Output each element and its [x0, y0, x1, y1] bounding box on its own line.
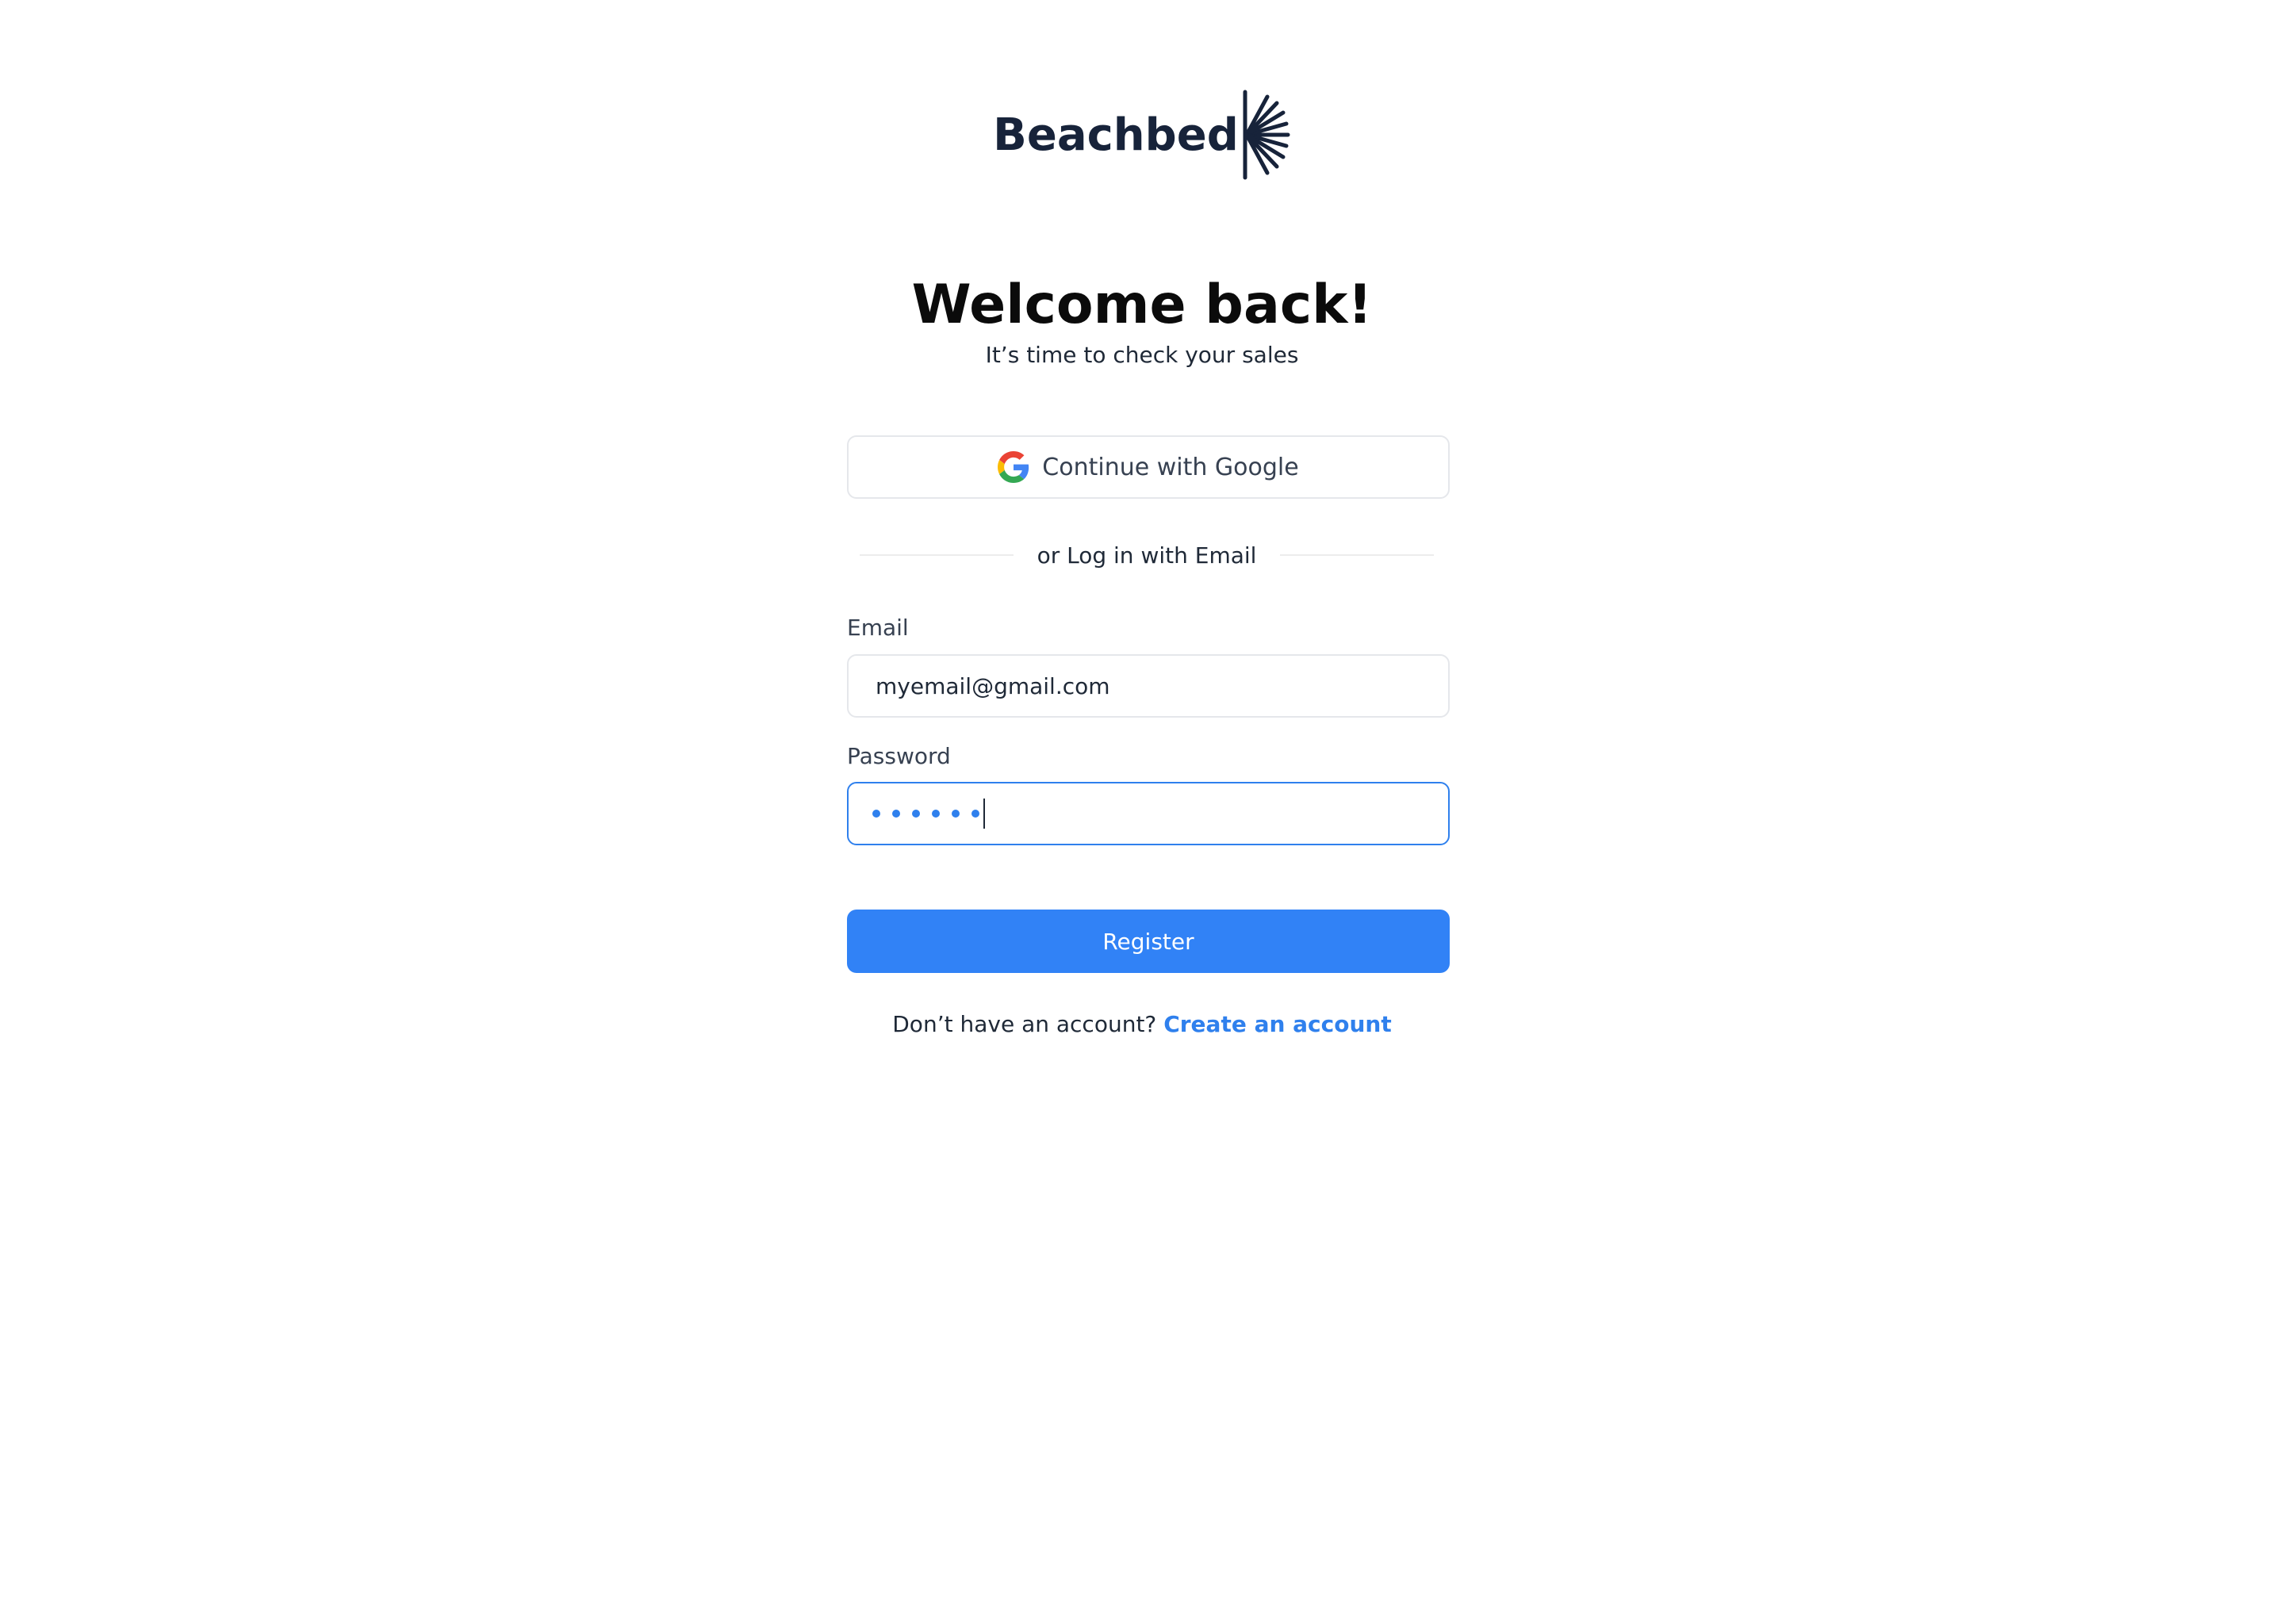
- create-account-link[interactable]: Create an account: [1163, 1011, 1392, 1037]
- text-caret: [983, 799, 985, 829]
- continue-with-google-label: Continue with Google: [1042, 453, 1299, 481]
- password-dot: [892, 810, 900, 818]
- password-dot: [872, 810, 880, 818]
- password-dot: [912, 810, 920, 818]
- signup-prompt-row: Don’t have an account? Create an account: [0, 1007, 2284, 1042]
- sunburst-logo-icon: [1243, 90, 1290, 180]
- password-masked-value: [872, 799, 985, 829]
- register-button[interactable]: Register: [847, 910, 1450, 973]
- password-field[interactable]: [847, 782, 1450, 845]
- password-label: Password: [847, 743, 951, 769]
- login-page: Beachbed Welcome back! It’s time to chec…: [0, 0, 2284, 1624]
- logo: Beachbed: [0, 87, 2284, 182]
- password-dot: [952, 810, 960, 818]
- divider-text: or Log in with Email: [1037, 542, 1257, 569]
- email-field-value: myemail@gmail.com: [876, 672, 1110, 699]
- password-dot: [971, 810, 979, 818]
- divider-line-right: [1280, 554, 1434, 556]
- continue-with-google-button[interactable]: Continue with Google: [847, 435, 1450, 499]
- google-icon: [998, 451, 1029, 483]
- email-label: Email: [847, 615, 909, 641]
- divider-line-left: [860, 554, 1014, 556]
- password-dot: [932, 810, 940, 818]
- page-subtitle: It’s time to check your sales: [985, 342, 1299, 368]
- page-title: Welcome back!: [911, 274, 1373, 336]
- register-button-label: Register: [1102, 928, 1194, 955]
- or-divider: or Log in with Email: [860, 533, 1434, 577]
- signup-prompt: Don’t have an account?: [892, 1011, 1157, 1037]
- brand-name: Beachbed: [993, 109, 1239, 161]
- email-field[interactable]: myemail@gmail.com: [847, 654, 1450, 718]
- logo-inner: Beachbed: [993, 89, 1291, 181]
